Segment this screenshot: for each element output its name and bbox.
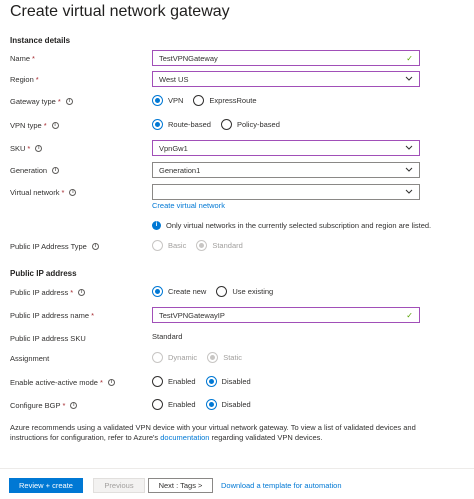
chevron-down-icon bbox=[405, 145, 413, 150]
public-ip-sku-value: Standard bbox=[152, 332, 183, 341]
vpn-type-policy-based-radio[interactable]: Policy-based bbox=[220, 119, 280, 130]
more-options-icon[interactable]: ··· bbox=[212, 3, 226, 15]
active-active-enabled-radio[interactable]: Enabled bbox=[152, 376, 196, 387]
info-icon[interactable]: i bbox=[35, 145, 43, 152]
name-label: Name * bbox=[10, 54, 35, 63]
gateway-type-expressroute-radio[interactable]: ExpressRoute bbox=[193, 95, 257, 106]
previous-button[interactable]: Previous bbox=[93, 478, 145, 493]
public-ip-name-row: Public IP address name * TestVPNGatewayIP… bbox=[0, 307, 474, 325]
sku-value: VpnGw1 bbox=[159, 143, 188, 153]
checkmark-icon: ✓ bbox=[406, 310, 413, 320]
sku-row: SKU * i VpnGw1 bbox=[0, 140, 474, 158]
bgp-disabled-radio[interactable]: Disabled bbox=[205, 399, 251, 410]
vnet-note-text: Only virtual networks in the currently s… bbox=[166, 221, 432, 230]
public-ip-type-row: Public IP Address Type i Basic Standard bbox=[0, 238, 474, 256]
public-ip-create-new-radio[interactable]: Create new bbox=[152, 286, 206, 297]
generation-select[interactable]: Generation1 bbox=[152, 162, 420, 178]
sku-select[interactable]: VpnGw1 bbox=[152, 140, 420, 156]
public-ip-type-standard-radio[interactable]: Standard bbox=[196, 240, 243, 251]
footer-divider bbox=[0, 468, 474, 469]
generation-value: Generation1 bbox=[159, 165, 201, 175]
vpn-type-label: VPN type * i bbox=[10, 121, 59, 130]
name-row: Name * TestVPNGateway ✓ bbox=[0, 50, 474, 68]
section-instance-details: Instance details bbox=[10, 36, 71, 45]
region-select[interactable]: West US bbox=[152, 71, 420, 87]
virtual-network-row: Virtual network * i bbox=[0, 184, 474, 202]
public-ip-row: Public IP address * i Create new Use exist… bbox=[0, 284, 474, 302]
download-template-link[interactable]: Download a template for automation bbox=[221, 481, 342, 490]
info-icon[interactable]: i bbox=[107, 379, 115, 386]
chevron-down-icon bbox=[405, 76, 413, 81]
section-public-ip-address: Public IP address bbox=[10, 269, 77, 278]
active-active-row: Enable active-active mode * i Enabled Disa… bbox=[0, 374, 474, 392]
assignment-dynamic-radio[interactable]: Dynamic bbox=[152, 352, 197, 363]
name-value: TestVPNGateway bbox=[159, 53, 218, 63]
generation-label: Generation i bbox=[10, 166, 60, 175]
region-label: Region * bbox=[10, 75, 39, 84]
page-title: Create virtual network gateway bbox=[10, 3, 230, 20]
public-ip-label: Public IP address * i bbox=[10, 288, 86, 297]
region-row: Region * West US bbox=[0, 71, 474, 89]
assignment-static-radio[interactable]: Static bbox=[207, 352, 242, 363]
info-icon[interactable]: i bbox=[52, 167, 60, 174]
create-virtual-network-link[interactable]: Create virtual network bbox=[152, 201, 225, 210]
bgp-row: Configure BGP * i Enabled Disabled bbox=[0, 397, 474, 415]
vpn-type-route-based-radio[interactable]: Route-based bbox=[152, 119, 211, 130]
vnet-note: i Only virtual networks in the currently… bbox=[152, 221, 431, 230]
recommendation-text-2: regarding validated VPN devices. bbox=[209, 433, 323, 442]
virtual-network-label: Virtual network * i bbox=[10, 188, 77, 197]
virtual-network-select[interactable] bbox=[152, 184, 420, 200]
info-icon[interactable]: i bbox=[51, 122, 59, 129]
gateway-type-label: Gateway type * i bbox=[10, 97, 73, 106]
public-ip-type-label: Public IP Address Type i bbox=[10, 242, 99, 251]
checkmark-icon: ✓ bbox=[406, 53, 413, 63]
vpn-device-recommendation: Azure recommends using a validated VPN d… bbox=[10, 423, 430, 443]
public-ip-name-value: TestVPNGatewayIP bbox=[159, 310, 225, 320]
info-icon[interactable]: i bbox=[70, 402, 78, 409]
region-value: West US bbox=[159, 74, 189, 84]
documentation-link[interactable]: documentation bbox=[160, 433, 209, 442]
generation-row: Generation i Generation1 bbox=[0, 162, 474, 180]
name-field[interactable]: TestVPNGateway ✓ bbox=[152, 50, 420, 66]
public-ip-name-field[interactable]: TestVPNGatewayIP ✓ bbox=[152, 307, 420, 323]
assignment-row: Assignment Dynamic Static bbox=[0, 350, 474, 368]
public-ip-name-label: Public IP address name * bbox=[10, 311, 94, 320]
info-icon[interactable]: i bbox=[69, 189, 77, 196]
public-ip-sku-label: Public IP address SKU bbox=[10, 334, 86, 343]
gateway-type-vpn-radio[interactable]: VPN bbox=[152, 95, 183, 106]
bgp-label: Configure BGP * i bbox=[10, 401, 78, 410]
vpn-type-row: VPN type * i Route-based Policy-based bbox=[0, 117, 474, 135]
info-icon[interactable]: i bbox=[91, 243, 99, 250]
active-active-label: Enable active-active mode * i bbox=[10, 378, 115, 387]
chevron-down-icon bbox=[405, 167, 413, 172]
sku-label: SKU * i bbox=[10, 144, 43, 153]
next-tags-button[interactable]: Next : Tags > bbox=[148, 478, 213, 493]
chevron-down-icon bbox=[405, 189, 413, 194]
info-icon[interactable]: i bbox=[78, 289, 86, 296]
info-filled-icon: i bbox=[152, 221, 161, 230]
assignment-label: Assignment bbox=[10, 354, 50, 363]
public-ip-use-existing-radio[interactable]: Use existing bbox=[216, 286, 273, 297]
active-active-disabled-radio[interactable]: Disabled bbox=[205, 376, 251, 387]
public-ip-type-basic-radio[interactable]: Basic bbox=[152, 240, 186, 251]
info-icon[interactable]: i bbox=[65, 98, 73, 105]
bgp-enabled-radio[interactable]: Enabled bbox=[152, 399, 196, 410]
review-create-button[interactable]: Review + create bbox=[9, 478, 83, 493]
gateway-type-row: Gateway type * i VPN ExpressRoute bbox=[0, 93, 474, 111]
public-ip-sku-row: Public IP address SKU Standard bbox=[0, 330, 474, 348]
